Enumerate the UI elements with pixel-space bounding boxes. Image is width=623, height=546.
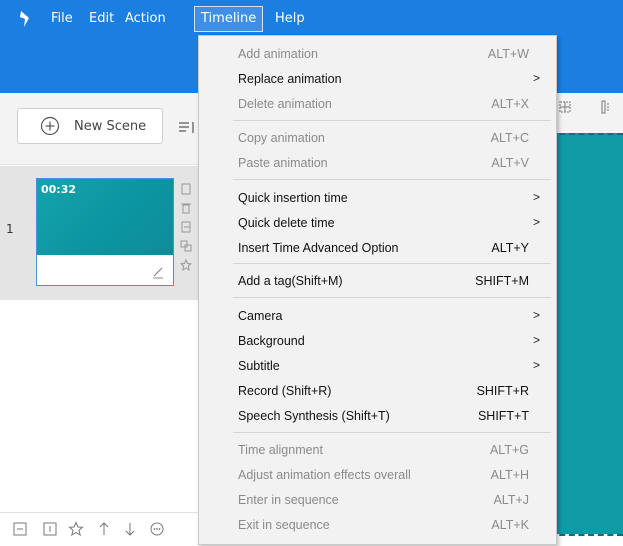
- menu-item-quick-insertion-time[interactable]: Quick insertion time >: [199, 186, 556, 210]
- menu-item-time-alignment: Time alignment ALT+G: [199, 438, 556, 462]
- menu-item-shortcut: ALT+Y: [491, 241, 529, 255]
- menu-item-label: Add animation: [238, 47, 318, 61]
- menu-separator: [233, 179, 551, 180]
- menu-item-replace-animation[interactable]: Replace animation >: [199, 67, 556, 91]
- menu-item-enter-in-sequence: Enter in sequence ALT+J: [199, 488, 556, 512]
- duplicate-icon[interactable]: [180, 240, 192, 252]
- menu-item-shortcut: ALT+X: [491, 97, 529, 111]
- menu-item-label: Speech Synthesis (Shift+T): [238, 409, 390, 423]
- submenu-arrow-icon: >: [532, 215, 540, 229]
- trash-icon[interactable]: [180, 202, 192, 214]
- scene-side-tools: [179, 180, 194, 275]
- menu-item-paste-animation: Paste animation ALT+V: [199, 151, 556, 175]
- menu-item-shortcut: ALT+H: [490, 468, 529, 482]
- scene-duration: 00:32: [41, 183, 77, 196]
- app-logo-icon: [20, 11, 29, 27]
- scene-thumbnail[interactable]: 00:32: [37, 179, 173, 255]
- menu-item-adjust-animation-effects-overall: Adjust animation effects overall ALT+H: [199, 463, 556, 487]
- menu-item-shortcut: ALT+G: [489, 443, 529, 457]
- menu-item-label: Paste animation: [238, 156, 328, 170]
- menu-item-label: Camera: [238, 309, 283, 323]
- arrow-up-icon[interactable]: [96, 521, 112, 537]
- menu-item-shortcut: ALT+C: [490, 131, 529, 145]
- menu-item-label: Adjust animation effects overall: [238, 468, 411, 482]
- menu-item-label: Enter in sequence: [238, 493, 339, 507]
- pencil-icon[interactable]: [151, 265, 165, 279]
- menu-item-add-tag[interactable]: Add a tag(Shift+M) SHIFT+M: [199, 269, 556, 293]
- menu-separator: [233, 263, 551, 264]
- menu-item-label: Replace animation: [238, 72, 342, 86]
- menu-item-label: Delete animation: [238, 97, 332, 111]
- menu-item-label: Record (Shift+R): [238, 384, 332, 398]
- menu-item-label: Subtitle: [238, 359, 280, 373]
- menu-item-shortcut: ALT+W: [487, 47, 529, 61]
- menu-item-label: Exit in sequence: [238, 518, 330, 532]
- menu-separator: [233, 432, 551, 433]
- menu-item-label: Copy animation: [238, 131, 325, 145]
- app-window: File Edit Action Timeline Help New Scene: [0, 0, 623, 546]
- insert-before-icon[interactable]: [12, 521, 28, 537]
- menu-item-shortcut: SHIFT+M: [475, 274, 529, 288]
- menu-action[interactable]: Action: [119, 6, 172, 32]
- menu-separator: [233, 120, 551, 121]
- grid-select-icon[interactable]: [559, 101, 571, 113]
- submenu-arrow-icon: >: [532, 190, 540, 204]
- new-scene-button[interactable]: New Scene: [17, 108, 163, 144]
- star-outline-icon[interactable]: [68, 521, 84, 537]
- menu-item-insert-time-advanced-option[interactable]: Insert Time Advanced Option ALT+Y: [199, 236, 556, 260]
- menu-item-shortcut: SHIFT+R: [476, 384, 529, 398]
- menu-item-camera[interactable]: Camera >: [199, 304, 556, 328]
- menu-item-add-animation: Add animation ALT+W: [199, 42, 556, 66]
- scene-panel: 1 00:32: [0, 166, 202, 300]
- plus-circle-icon: [40, 116, 60, 136]
- menu-timeline[interactable]: Timeline: [194, 6, 264, 32]
- insert-after-icon[interactable]: [42, 521, 58, 537]
- menu-item-background[interactable]: Background >: [199, 329, 556, 353]
- menu-item-shortcut: ALT+J: [493, 493, 529, 507]
- align-icon[interactable]: [601, 100, 611, 114]
- submenu-arrow-icon: >: [532, 308, 540, 322]
- menu-item-label: Quick insertion time: [238, 191, 348, 205]
- submenu-arrow-icon: >: [532, 71, 540, 85]
- menu-item-record[interactable]: Record (Shift+R) SHIFT+R: [199, 379, 556, 403]
- menu-item-label: Background: [238, 334, 305, 348]
- menu-edit[interactable]: Edit: [83, 6, 120, 32]
- menu-item-shortcut: SHIFT+T: [477, 409, 529, 423]
- menu-separator: [233, 297, 551, 298]
- menu-item-label: Insert Time Advanced Option: [238, 241, 399, 255]
- menu-item-copy-animation: Copy animation ALT+C: [199, 126, 556, 150]
- menu-item-label: Time alignment: [238, 443, 323, 457]
- menu-item-label: Quick delete time: [238, 216, 335, 230]
- submenu-arrow-icon: >: [532, 333, 540, 347]
- copy-icon[interactable]: [180, 183, 192, 195]
- menu-item-subtitle[interactable]: Subtitle >: [199, 354, 556, 378]
- menu-item-speech-synthesis[interactable]: Speech Synthesis (Shift+T) SHIFT+T: [199, 404, 556, 428]
- menu-item-quick-delete-time[interactable]: Quick delete time >: [199, 211, 556, 235]
- scene-bottom-toolbar: [0, 512, 202, 546]
- submenu-arrow-icon: >: [532, 358, 540, 372]
- arrow-down-icon[interactable]: [122, 521, 138, 537]
- list-music-icon[interactable]: [178, 120, 198, 136]
- menu-item-shortcut: ALT+K: [491, 518, 529, 532]
- more-options-icon[interactable]: [149, 521, 165, 537]
- menu-item-shortcut: ALT+V: [491, 156, 529, 170]
- new-scene-label: New Scene: [74, 118, 147, 134]
- menu-item-label: Add a tag(Shift+M): [238, 274, 343, 288]
- menu-file[interactable]: File: [45, 6, 79, 32]
- menu-item-exit-in-sequence: Exit in sequence ALT+K: [199, 513, 556, 537]
- menu-help[interactable]: Help: [269, 6, 311, 32]
- timeline-menu: Add animation ALT+W Replace animation > Dele…: [198, 35, 557, 545]
- scene-card[interactable]: 00:32: [36, 178, 174, 286]
- export-icon[interactable]: [180, 221, 192, 233]
- star-icon[interactable]: [179, 258, 193, 272]
- menu-item-delete-animation: Delete animation ALT+X: [199, 92, 556, 116]
- scene-index: 1: [6, 222, 14, 236]
